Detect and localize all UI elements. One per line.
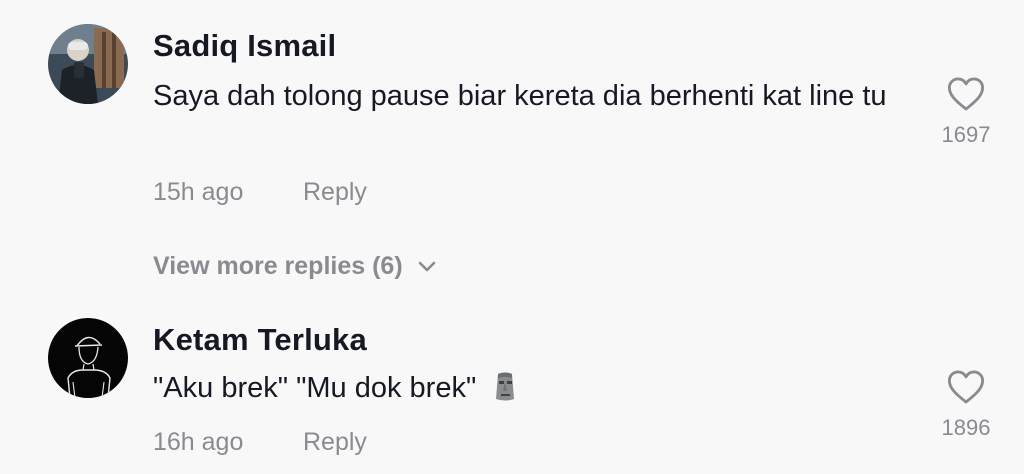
comment-item: Ketam Terluka "Aku brek" "Mu dok brek" 1…	[0, 300, 1024, 474]
comment-timestamp: 15h ago	[153, 178, 244, 206]
username[interactable]: Ketam Terluka	[153, 322, 367, 358]
comment-timestamp: 16h ago	[153, 428, 244, 456]
like-area: 1697	[936, 76, 996, 148]
username[interactable]: Sadiq Ismail	[153, 28, 336, 64]
avatar[interactable]	[48, 24, 128, 104]
heart-icon[interactable]	[947, 369, 985, 405]
moai-emoji-icon	[496, 372, 515, 401]
comment-item: Sadiq Ismail Saya dah tolong pause biar …	[0, 0, 1024, 250]
view-more-replies-label: View more replies (6)	[153, 252, 403, 280]
view-more-replies-button[interactable]: View more replies (6)	[153, 252, 437, 281]
line-art-avatar-icon	[48, 318, 128, 398]
photo-avatar-icon	[48, 24, 128, 104]
chevron-down-icon	[418, 261, 435, 271]
heart-icon[interactable]	[947, 76, 985, 112]
reply-button[interactable]: Reply	[303, 428, 367, 457]
comment-text: "Aku brek" "Mu dok brek"	[153, 367, 913, 410]
reply-button[interactable]: Reply	[303, 178, 367, 207]
like-count: 1697	[941, 122, 991, 147]
like-count: 1896	[941, 415, 991, 440]
comment-text: Saya dah tolong pause biar kereta dia be…	[153, 80, 887, 112]
comment-text-content: "Aku brek" "Mu dok brek"	[153, 372, 477, 404]
avatar[interactable]	[48, 318, 128, 398]
like-area: 1896	[936, 369, 996, 441]
